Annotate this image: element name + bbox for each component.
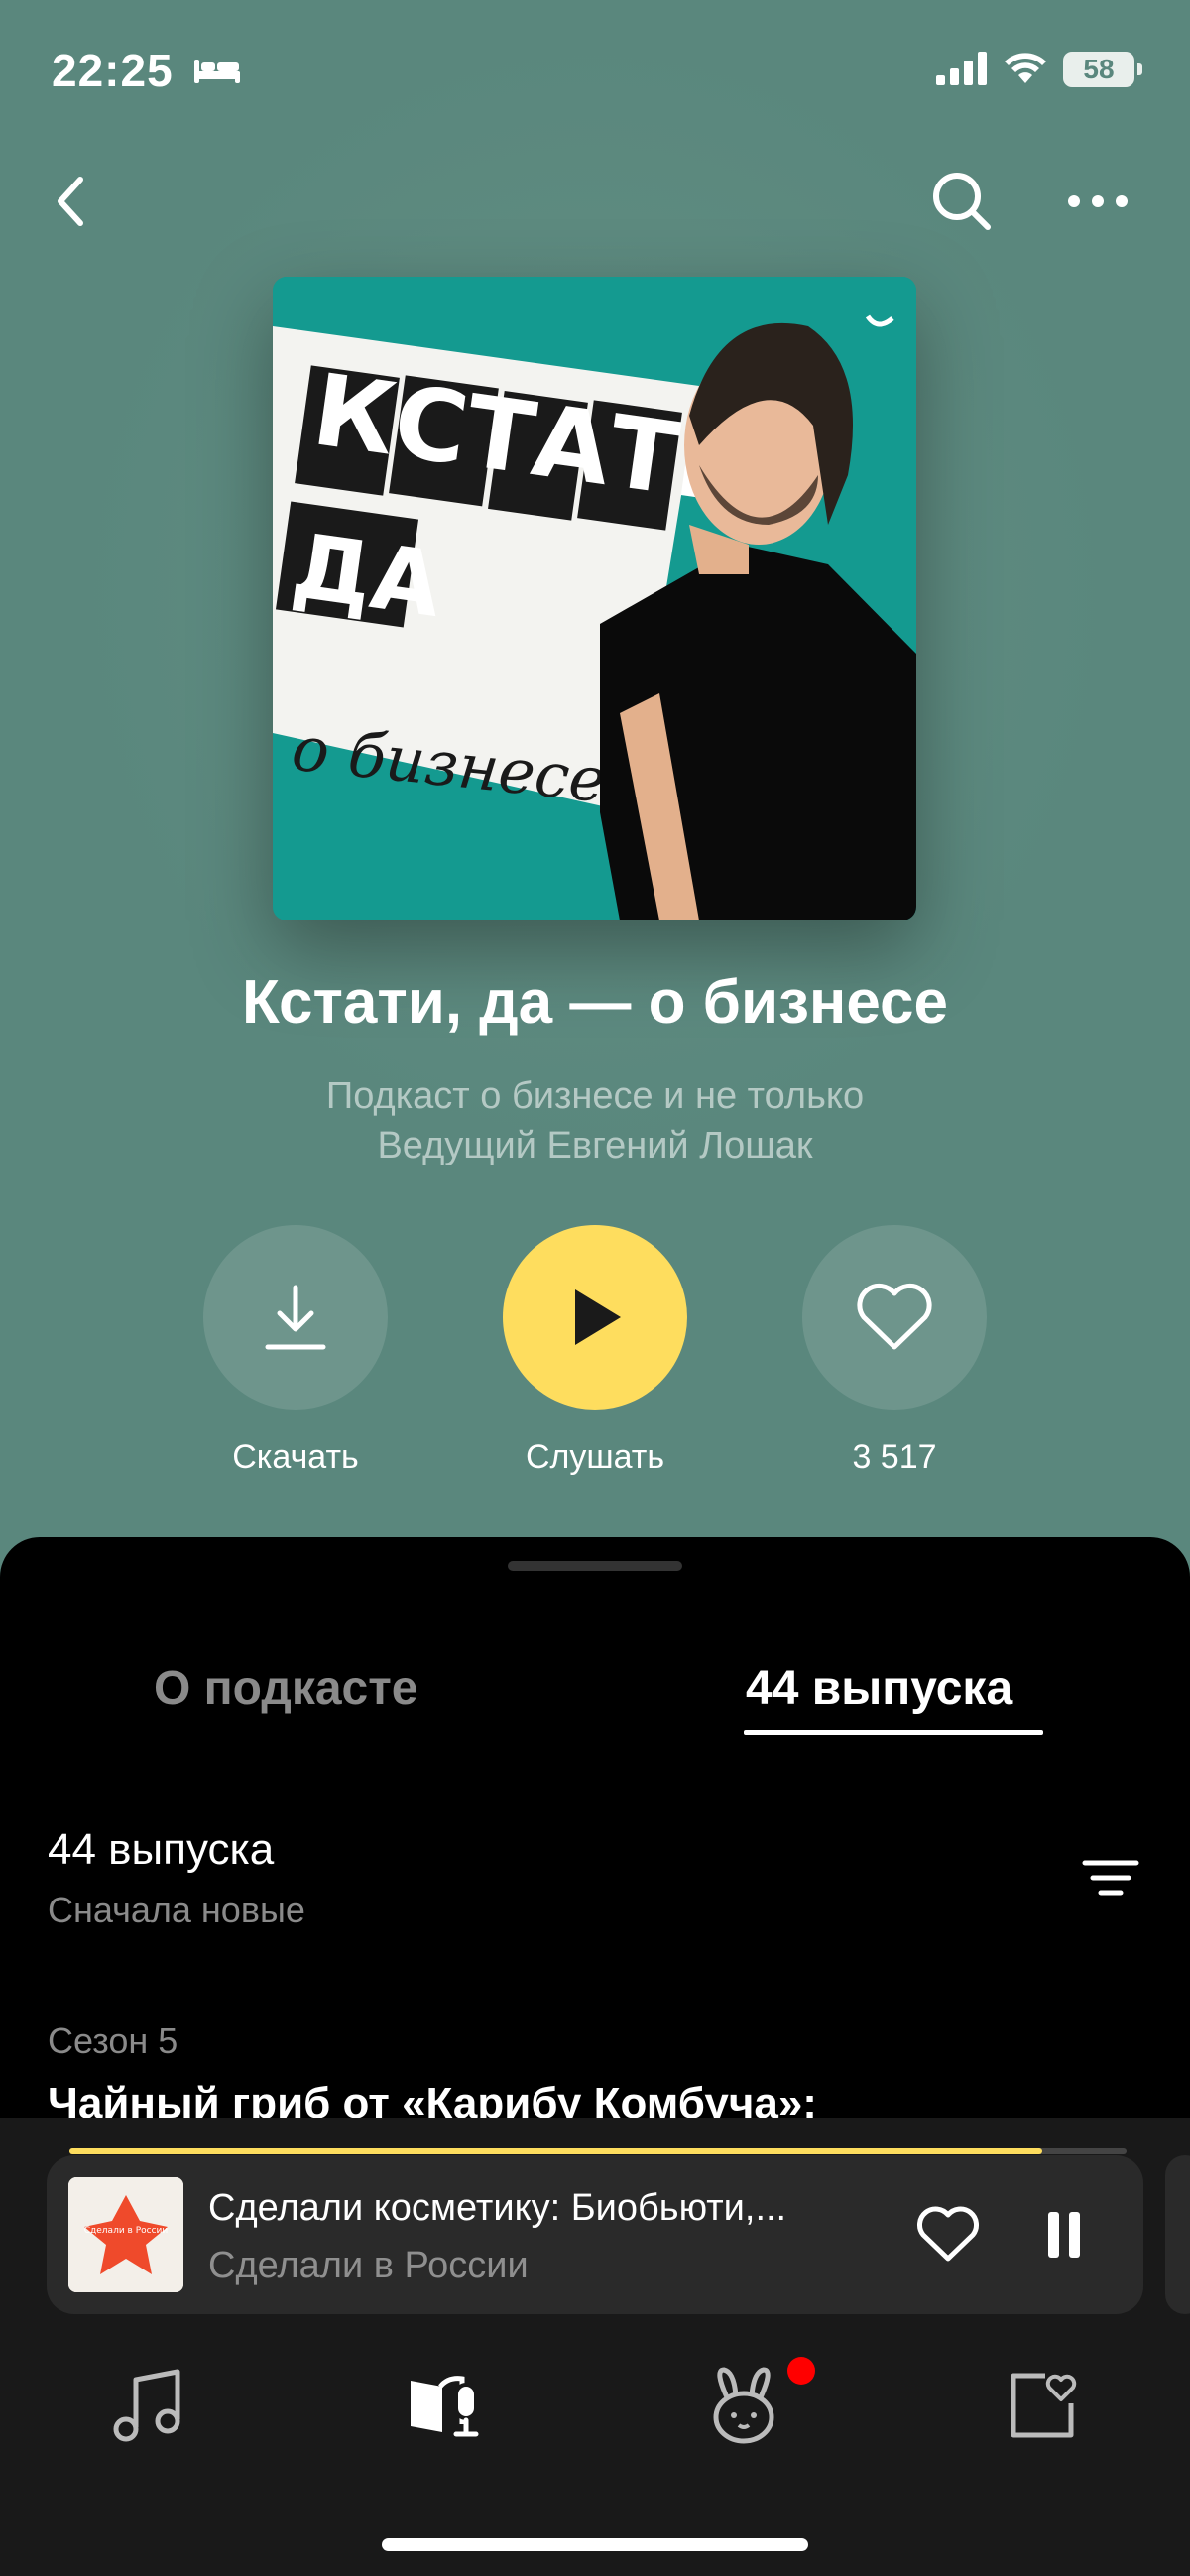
pause-button[interactable] (1031, 2200, 1097, 2269)
season-label: Сезон 5 (48, 2021, 178, 2061)
cover-illustration: КСТАТИ, ДА о бизнесе (273, 277, 916, 920)
podcast-cover-art: КСТАТИ, ДА о бизнесе (273, 277, 916, 920)
nav-music[interactable] (96, 2361, 195, 2450)
playback-progress-fill (69, 2148, 1042, 2154)
heart-outline-icon (857, 1283, 932, 1350)
sheet-drag-handle[interactable] (508, 1561, 682, 1571)
play-icon (575, 1289, 621, 1345)
cover-title-line2: ДА (286, 514, 447, 638)
download-button[interactable] (203, 1225, 388, 1410)
battery-level: 58 (1083, 54, 1115, 84)
episode-title-text: Чайный гриб от «Карибу Комбуча»: (48, 2079, 817, 2119)
sort-button[interactable] (1076, 1853, 1145, 1902)
nav-kids[interactable] (694, 2361, 793, 2450)
cellular-signal-icon (936, 52, 987, 85)
download-label: Скачать (232, 1438, 359, 1476)
podcast-book-icon (411, 2376, 479, 2437)
podcast-description: Подкаст о бизнесе и не только (325, 1075, 865, 1117)
download-icon (265, 1285, 326, 1350)
music-note-icon (113, 2369, 180, 2442)
collection-heart-icon (1011, 2373, 1077, 2438)
now-playing-podcast: Сделали в России (208, 2245, 529, 2286)
heart-outline-icon (917, 2206, 979, 2262)
podcast-title: Кстати, да — о бизнесе (242, 968, 948, 1037)
mini-player-artwork: Сделали в России (68, 2177, 183, 2292)
search-button[interactable] (927, 164, 997, 238)
notification-badge (787, 2357, 815, 2385)
tab-episodes[interactable]: 44 выпуска (746, 1661, 1012, 1716)
kids-bunny-icon (713, 2367, 774, 2444)
chevron-left-icon (58, 177, 83, 226)
search-icon (933, 172, 991, 230)
now-playing-title: Сделали косметику: Биобьюти,... (208, 2187, 787, 2229)
podcast-host: Ведущий Евгений Лошак (377, 1125, 813, 1166)
episodes-count: 44 выпуска (48, 1825, 275, 1874)
active-tab-indicator (744, 1730, 1043, 1735)
nav-podcasts-books[interactable] (397, 2361, 496, 2450)
episode-title[interactable]: Чайный гриб от «Карибу Комбуча»: (48, 2079, 1138, 2119)
likes-count: 3 517 (852, 1438, 937, 1476)
pause-icon (1048, 2212, 1080, 2258)
wifi-icon (1005, 53, 1046, 83)
nav-collection[interactable] (992, 2361, 1091, 2450)
status-time: 22:25 (52, 45, 174, 96)
next-player-card-peek (1165, 2155, 1190, 2314)
listen-label: Слушать (525, 1438, 665, 1476)
battery-indicator: 58 (1063, 52, 1142, 87)
tab-about-podcast[interactable]: О подкасте (154, 1661, 417, 1716)
more-options-button[interactable] (1061, 179, 1134, 224)
more-dots-icon (1068, 195, 1128, 207)
mini-artwork-text: Сделали в России (84, 2226, 169, 2236)
sleep-bed-icon (194, 60, 240, 83)
sort-order[interactable]: Сначала новые (48, 1890, 305, 1931)
filter-sort-icon (1082, 1860, 1139, 1896)
status-bar: 22:25 58 (0, 0, 1190, 139)
mini-like-button[interactable] (910, 2200, 986, 2269)
back-button[interactable] (40, 167, 99, 236)
like-button[interactable] (802, 1225, 987, 1410)
play-button[interactable] (503, 1225, 687, 1410)
home-indicator[interactable] (382, 2538, 808, 2551)
